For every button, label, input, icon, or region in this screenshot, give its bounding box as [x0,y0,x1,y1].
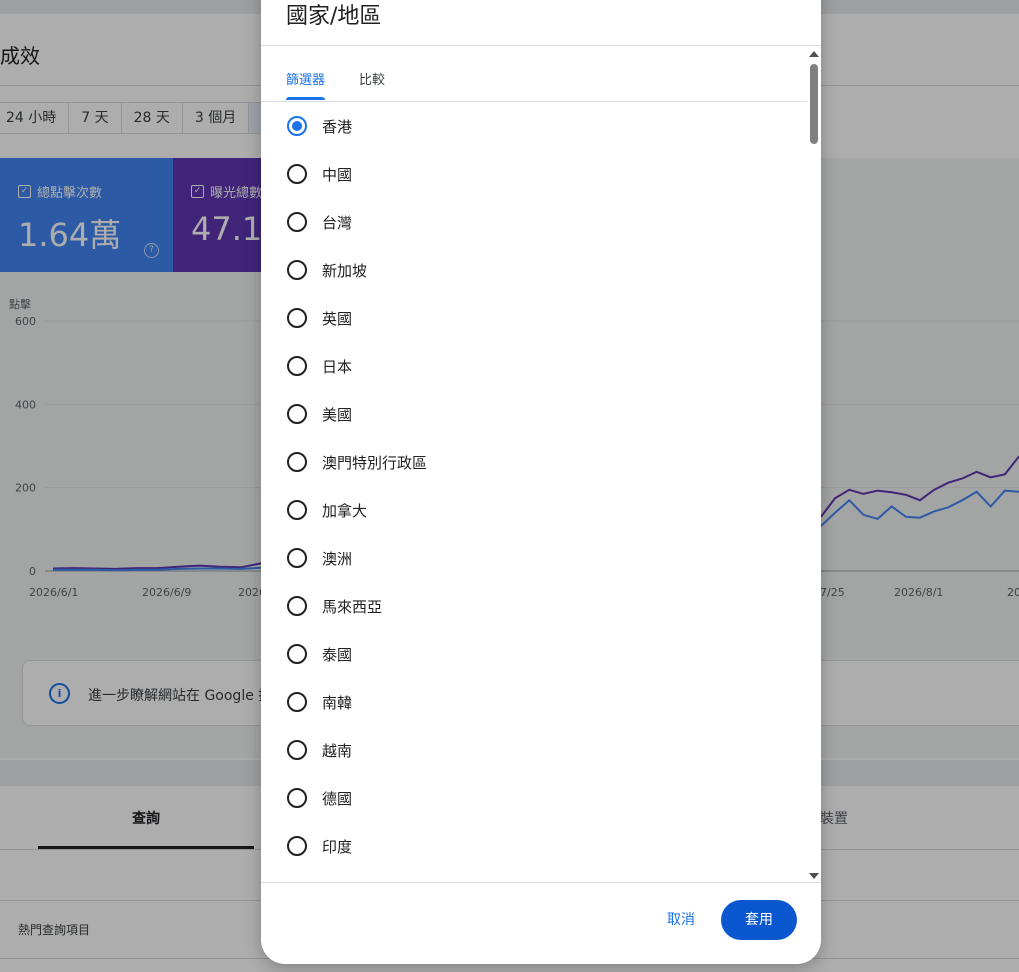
country-option[interactable]: 印度 [287,826,767,866]
radio-unchecked-icon[interactable] [287,308,307,328]
country-option-label: 越南 [322,741,353,760]
country-option[interactable]: 加拿大 [287,490,767,530]
country-option[interactable]: 泰國 [287,634,767,674]
country-option[interactable]: 德國 [287,778,767,818]
radio-unchecked-icon[interactable] [287,500,307,520]
country-option-label: 印度 [322,837,353,856]
country-option[interactable]: 澳洲 [287,538,767,578]
scrollbar-thumb[interactable] [810,64,818,144]
tab-filter-indicator [286,97,325,100]
country-option-label: 澳門特別行政區 [322,453,428,472]
country-option[interactable]: 澳門特別行政區 [287,442,767,482]
radio-unchecked-icon[interactable] [287,836,307,856]
country-radio-list: 香港中國台灣新加坡英國日本美國澳門特別行政區 加拿大澳洲馬來西亞泰國南韓越南德國印… [261,116,807,882]
country-option[interactable]: 新加坡 [287,250,767,290]
dialog-divider [261,45,821,46]
country-option[interactable]: 越南 [287,730,767,770]
country-option-label: 台灣 [322,213,353,232]
country-option-label: 新加坡 [322,261,368,280]
radio-unchecked-icon[interactable] [287,260,307,280]
country-option-label: 泰國 [322,645,353,664]
country-option[interactable]: 日本 [287,346,767,386]
radio-unchecked-icon[interactable] [287,788,307,808]
radio-unchecked-icon[interactable] [287,452,307,472]
country-option[interactable]: 中國 [287,154,767,194]
apply-button[interactable]: 套用 [721,900,797,940]
country-option-label: 香港 [322,117,353,136]
radio-unchecked-icon[interactable] [287,212,307,232]
country-option-label: 加拿大 [322,501,368,520]
radio-unchecked-icon[interactable] [287,596,307,616]
country-option-label: 德國 [322,789,353,808]
radio-unchecked-icon[interactable] [287,356,307,376]
radio-unchecked-icon[interactable] [287,548,307,568]
dialog-footer-divider [261,882,821,883]
country-option[interactable]: 香港 [287,116,767,146]
country-option-label: 馬來西亞 [322,597,383,616]
country-filter-dialog: 國家/地區 篩選器 比較 香港中國台灣新加坡英國日本美國澳門特別行政區 加拿大澳洲… [261,0,821,964]
cancel-button[interactable]: 取消 [650,901,712,939]
country-option-label: 美國 [322,405,353,424]
country-option[interactable]: 台灣 [287,202,767,242]
country-option-label: 南韓 [322,693,353,712]
radio-unchecked-icon[interactable] [287,644,307,664]
radio-checked-icon[interactable] [287,116,307,136]
tab-compare[interactable]: 比較 [359,69,385,88]
country-option-label: 澳洲 [322,549,353,568]
radio-unchecked-icon[interactable] [287,740,307,760]
country-option[interactable]: 英國 [287,298,767,338]
radio-unchecked-icon[interactable] [287,692,307,712]
country-option[interactable]: 南韓 [287,682,767,722]
country-option[interactable]: 美國 [287,394,767,434]
scroll-up-arrow-icon[interactable] [809,51,819,57]
tab-filter[interactable]: 篩選器 [286,69,325,88]
radio-unchecked-icon[interactable] [287,164,307,184]
country-option[interactable]: 馬來西亞 [287,586,767,626]
scroll-down-arrow-icon[interactable] [809,873,819,879]
country-option-label: 英國 [322,309,353,328]
dialog-scrollbar[interactable] [807,48,821,882]
dialog-title: 國家/地區 [286,4,382,29]
tabs-divider [261,101,807,102]
country-option-label: 日本 [322,357,353,376]
country-option-label: 中國 [322,165,353,184]
radio-unchecked-icon[interactable] [287,404,307,424]
